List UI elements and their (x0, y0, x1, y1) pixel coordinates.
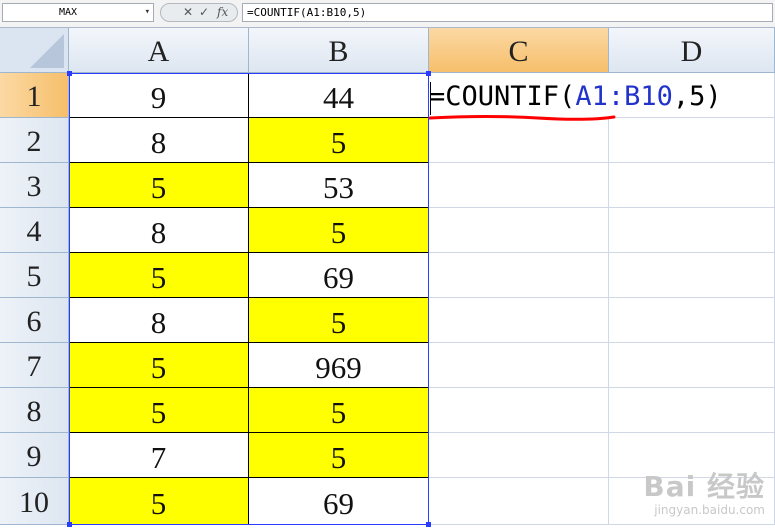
insert-function-icon[interactable]: fx (217, 5, 228, 19)
formula-input[interactable]: =COUNTIF(A1:B10,5) (242, 3, 773, 22)
name-box-value: MAX (59, 7, 78, 18)
watermark: Bai 经验 jingyan.baidu.com (643, 465, 765, 517)
cell-d5[interactable] (609, 253, 775, 298)
row-header-9[interactable]: 9 (0, 433, 69, 478)
row-header-2[interactable]: 2 (0, 118, 69, 163)
watermark-url: jingyan.baidu.com (654, 503, 765, 517)
selection-handle-bottom-right[interactable] (426, 522, 431, 527)
cell-c3[interactable] (429, 163, 609, 208)
red-underline-annotation (428, 115, 616, 121)
row-header-3[interactable]: 3 (0, 163, 69, 208)
column-header-b[interactable]: B (249, 28, 429, 73)
cell-b4[interactable]: 5 (249, 208, 429, 253)
select-all-corner[interactable] (0, 28, 69, 73)
cell-b10[interactable]: 69 (249, 478, 429, 525)
cell-b2[interactable]: 5 (249, 118, 429, 163)
cell-b8[interactable]: 5 (249, 388, 429, 433)
cell-a7[interactable]: 5 (69, 343, 249, 388)
row-header-6[interactable]: 6 (0, 298, 69, 343)
column-header-a[interactable]: A (69, 28, 249, 73)
cell-d3[interactable] (609, 163, 775, 208)
cell-a4[interactable]: 8 (69, 208, 249, 253)
formula-range-reference: A1:B10 (575, 81, 673, 112)
cell-a1[interactable]: 9 (69, 73, 249, 118)
cell-d4[interactable] (609, 208, 775, 253)
formula-function-text: =COUNTIF( (429, 81, 576, 112)
worksheet: A B C D 1 2 3 4 5 6 7 8 9 10 9 8 5 8 5 8… (0, 28, 775, 529)
selection-handle-bottom-left[interactable] (67, 522, 72, 527)
row-header-8[interactable]: 8 (0, 388, 69, 433)
cell-d7[interactable] (609, 343, 775, 388)
cell-c9[interactable] (429, 433, 609, 478)
row-header-5[interactable]: 5 (0, 253, 69, 298)
cell-a2[interactable]: 8 (69, 118, 249, 163)
cell-b1[interactable]: 44 (249, 73, 429, 118)
formula-tools: ✕ ✓ fx (160, 3, 238, 22)
cell-c4[interactable] (429, 208, 609, 253)
column-header-d[interactable]: D (609, 28, 775, 73)
row-header-4[interactable]: 4 (0, 208, 69, 253)
cell-c5[interactable] (429, 253, 609, 298)
cell-b6[interactable]: 5 (249, 298, 429, 343)
cell-d8[interactable] (609, 388, 775, 433)
selection-handle-top-left[interactable] (67, 71, 72, 76)
cell-c8[interactable] (429, 388, 609, 433)
column-header-c[interactable]: C (429, 28, 609, 73)
chevron-down-icon[interactable]: ▾ (145, 4, 150, 21)
cell-c7[interactable] (429, 343, 609, 388)
cell-b9[interactable]: 5 (249, 433, 429, 478)
enter-icon[interactable]: ✓ (199, 5, 209, 19)
text-cursor (430, 82, 431, 115)
cell-a6[interactable]: 8 (69, 298, 249, 343)
cell-c2[interactable] (429, 118, 609, 163)
row-header-7[interactable]: 7 (0, 343, 69, 388)
cell-b3[interactable]: 53 (249, 163, 429, 208)
selection-handle-top-right[interactable] (426, 71, 431, 76)
name-box[interactable]: MAX ▾ (2, 3, 154, 22)
cell-c10[interactable] (429, 478, 609, 525)
cell-a5[interactable]: 5 (69, 253, 249, 298)
cell-a9[interactable]: 7 (69, 433, 249, 478)
cell-d2[interactable] (609, 118, 775, 163)
formula-bar: MAX ▾ ✕ ✓ fx =COUNTIF(A1:B10,5) (0, 0, 775, 28)
cell-d6[interactable] (609, 298, 775, 343)
row-header-1[interactable]: 1 (0, 73, 69, 118)
cell-a3[interactable]: 5 (69, 163, 249, 208)
cancel-icon[interactable]: ✕ (183, 5, 193, 19)
cell-c1-editing[interactable]: =COUNTIF(A1:B10,5) (429, 73, 775, 118)
formula-criteria-text: ,5) (672, 81, 722, 112)
cell-b7[interactable]: 969 (249, 343, 429, 388)
row-header-10[interactable]: 10 (0, 478, 69, 525)
watermark-brand: Bai 经验 (643, 470, 765, 503)
cell-a10[interactable]: 5 (69, 478, 249, 525)
cell-b5[interactable]: 69 (249, 253, 429, 298)
cell-a8[interactable]: 5 (69, 388, 249, 433)
cell-c6[interactable] (429, 298, 609, 343)
